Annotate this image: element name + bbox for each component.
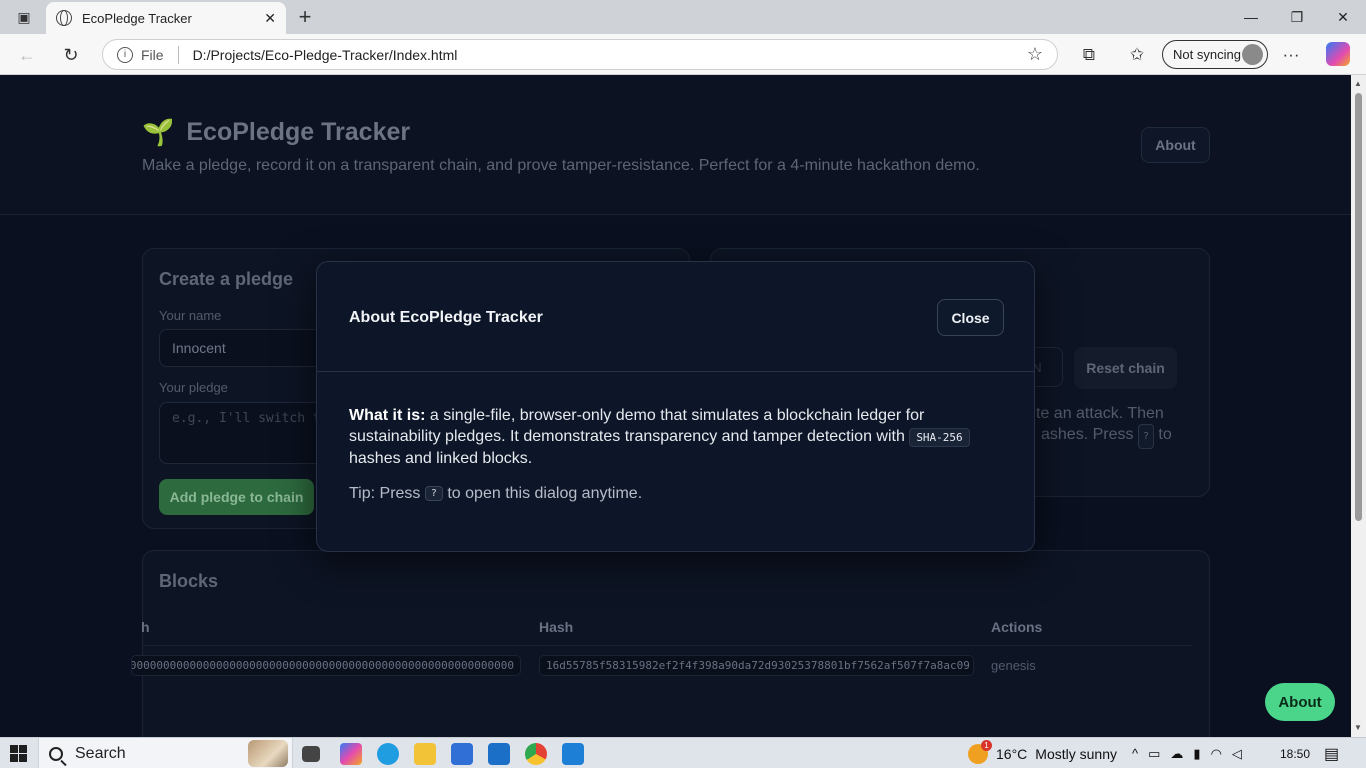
instructions-line-1: te an attack. Then xyxy=(1036,405,1164,422)
globe-icon xyxy=(56,10,72,26)
file-explorer-icon[interactable] xyxy=(414,743,436,765)
avatar xyxy=(1242,44,1263,65)
outlook-icon[interactable] xyxy=(488,743,510,765)
favorite-star-icon[interactable]: ☆ xyxy=(1027,44,1043,65)
windows-taskbar: Search 1 16°C Mostly sunny ^ ▭ ☁ ▮ ◠ ◁ 1… xyxy=(0,737,1366,768)
col-hash: Hash xyxy=(539,619,574,635)
vscode-icon[interactable] xyxy=(562,743,584,765)
address-bar[interactable]: i File D:/Projects/Eco-Pledge-Tracker/In… xyxy=(102,39,1058,70)
what-it-is-label: What it is: xyxy=(349,407,426,424)
blocks-title: Blocks xyxy=(159,571,219,591)
chrome-icon[interactable] xyxy=(525,743,547,765)
dialog-body: What it is: a single-file, browser-only … xyxy=(349,405,999,469)
taskbar-search[interactable]: Search xyxy=(38,738,293,768)
new-tab-button[interactable]: + xyxy=(292,4,318,30)
temperature: 16°C xyxy=(996,745,1028,762)
dialog-title: About EcoPledge Tracker xyxy=(349,309,543,326)
prev-hash-cell: 0000000000000000000000000000000000000000… xyxy=(131,655,521,676)
meet-icon[interactable]: ▭ xyxy=(1148,746,1160,762)
col-prev-hash: h xyxy=(141,619,150,635)
notifications-icon[interactable]: ▤ xyxy=(1324,738,1339,768)
page-scrollbar[interactable]: ▲ ▼ xyxy=(1351,75,1366,737)
about-floating-button[interactable]: About xyxy=(1265,683,1335,721)
hash-cell: 16d55785f58315982ef2f4f398a90da72d930253… xyxy=(539,655,974,676)
profile-sync-button[interactable]: Not syncing xyxy=(1162,40,1268,69)
sprout-icon: 🌱 xyxy=(142,117,175,147)
onedrive-icon[interactable]: ☁ xyxy=(1170,746,1183,762)
search-icon xyxy=(49,746,63,761)
reset-chain-button[interactable]: Reset chain xyxy=(1074,347,1177,389)
blocks-card: Blocks h Hash Actions 000000000000000000… xyxy=(131,550,1210,737)
app-header: 🌱 EcoPledge Tracker Make a pledge, recor… xyxy=(0,75,1351,215)
weather-widget[interactable]: 1 16°C Mostly sunny xyxy=(968,738,1117,768)
copilot-taskbar-icon[interactable] xyxy=(340,743,362,765)
task-view-icon[interactable] xyxy=(302,746,320,762)
extensions-icon[interactable]: ⧉ xyxy=(1076,42,1102,68)
search-highlight-image xyxy=(248,740,288,767)
url-separator xyxy=(177,45,179,64)
search-label: Search xyxy=(75,744,126,762)
minimize-button[interactable]: — xyxy=(1228,0,1274,34)
close-window-button[interactable]: ✕ xyxy=(1320,0,1366,34)
edge-taskbar-icon[interactable] xyxy=(377,743,399,765)
dialog-body-text-a: a single-file, browser-only demo that si… xyxy=(349,407,925,445)
instructions-line-2: ashes. Press ? to xyxy=(1041,424,1172,449)
scroll-thumb[interactable] xyxy=(1355,93,1362,521)
help-key: ? xyxy=(1137,424,1154,449)
weather-icon: 1 xyxy=(968,739,992,764)
dialog-close-button[interactable]: Close xyxy=(937,299,1004,336)
address-toolbar: ← ↻ i File D:/Projects/Eco-Pledge-Tracke… xyxy=(0,34,1366,75)
dialog-divider xyxy=(317,371,1034,372)
about-header-button[interactable]: About xyxy=(1141,127,1210,163)
pledge-label: Your pledge xyxy=(159,380,228,395)
scroll-up-icon[interactable]: ▲ xyxy=(1354,79,1362,88)
back-button[interactable]: ← xyxy=(14,42,40,68)
copilot-icon[interactable] xyxy=(1326,42,1350,66)
close-tab-icon[interactable]: ✕ xyxy=(264,10,276,27)
scroll-down-icon[interactable]: ▼ xyxy=(1354,723,1362,732)
start-button[interactable] xyxy=(10,745,27,762)
tip-key: ? xyxy=(424,486,443,501)
refresh-button[interactable]: ↻ xyxy=(58,42,84,68)
more-menu-icon[interactable]: ··· xyxy=(1278,42,1304,68)
create-pledge-title: Create a pledge xyxy=(159,269,294,289)
wifi-icon[interactable]: ◠ xyxy=(1211,746,1222,762)
restore-button[interactable]: ❐ xyxy=(1274,0,1320,34)
sha256-code: SHA-256 xyxy=(909,428,970,447)
chevron-up-icon[interactable]: ^ xyxy=(1132,746,1138,761)
action-cell: genesis xyxy=(991,658,1036,673)
dialog-tip: Tip: Press ? to open this dialog anytime… xyxy=(349,485,643,502)
name-label: Your name xyxy=(159,308,222,323)
battery-icon[interactable]: ▮ xyxy=(1193,746,1200,762)
volume-icon[interactable]: ◁ xyxy=(1232,746,1242,762)
header-divider xyxy=(143,645,1193,646)
brand: 🌱 EcoPledge Tracker xyxy=(142,117,410,148)
weather-badge: 1 xyxy=(981,739,992,751)
app-title: EcoPledge Tracker xyxy=(186,118,411,146)
url-text[interactable]: D:/Projects/Eco-Pledge-Tracker/Index.htm… xyxy=(193,47,1027,63)
dialog-body-text-b: hashes and linked blocks. xyxy=(349,450,533,467)
info-icon[interactable]: i xyxy=(117,46,133,63)
clock[interactable]: 18:50 xyxy=(1280,738,1310,768)
favorites-icon[interactable]: ✩ xyxy=(1124,42,1150,68)
col-actions: Actions xyxy=(991,619,1043,635)
sync-label: Not syncing xyxy=(1173,47,1241,62)
tab-actions-icon[interactable]: ▣ xyxy=(10,6,38,28)
system-tray: ^ ▭ ☁ ▮ ◠ ◁ xyxy=(1132,738,1242,768)
tab-title: EcoPledge Tracker xyxy=(82,10,192,26)
url-scheme-label: File xyxy=(141,46,164,63)
browser-tab-bar: ▣ EcoPledge Tracker ✕ + — ❐ ✕ xyxy=(0,0,1366,34)
store-icon[interactable] xyxy=(451,743,473,765)
tagline: Make a pledge, record it on a transparen… xyxy=(142,157,980,174)
add-pledge-button[interactable]: Add pledge to chain xyxy=(159,479,314,515)
about-dialog: About EcoPledge Tracker Close What it is… xyxy=(316,261,1035,552)
browser-tab[interactable]: EcoPledge Tracker ✕ xyxy=(46,2,286,34)
weather-text: Mostly sunny xyxy=(1035,745,1117,762)
